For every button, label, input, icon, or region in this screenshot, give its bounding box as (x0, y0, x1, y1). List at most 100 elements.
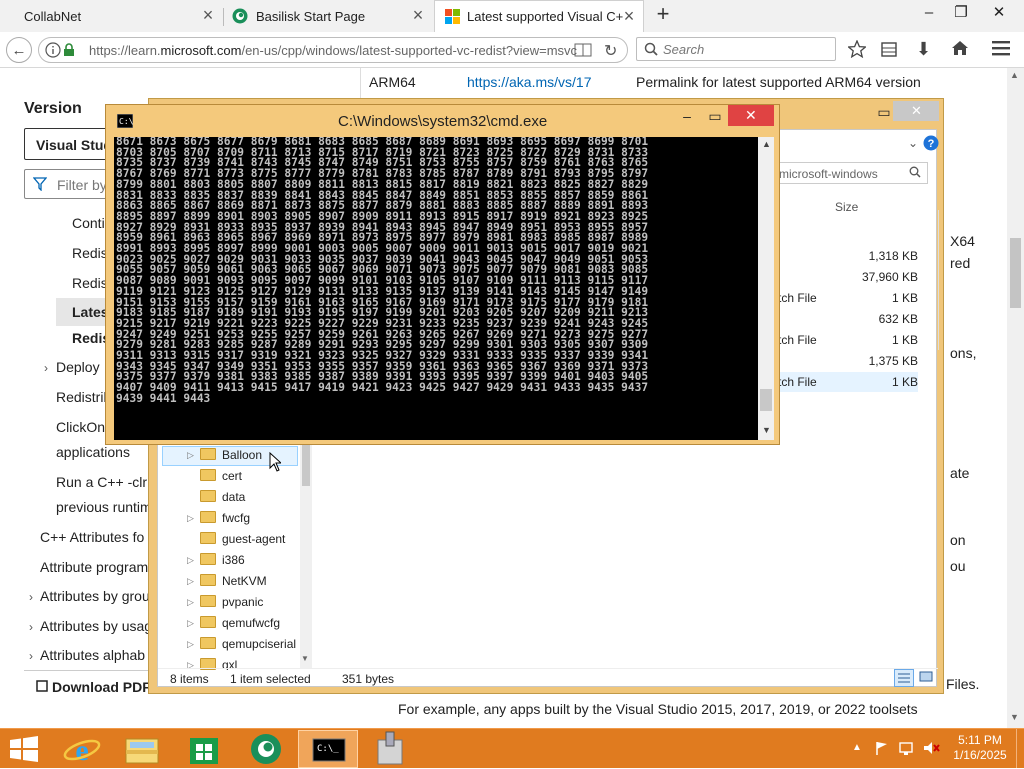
toc-item-current[interactable]: Lates (72, 304, 109, 320)
tree-folder[interactable]: i386 (200, 553, 245, 567)
cmd-app-icon[interactable]: C:\ (117, 114, 133, 128)
tree-folder[interactable]: qemufwcfg (200, 616, 280, 630)
scrollbar-thumb[interactable] (1010, 238, 1021, 308)
size-column-header[interactable]: Size (835, 200, 858, 214)
toc-item[interactable]: Deploy (56, 359, 100, 375)
cmd-taskbar-icon[interactable]: C:\_ (298, 730, 358, 768)
file-row[interactable]: 632 KB (778, 309, 918, 329)
tree-scrollbar[interactable]: ▼ (300, 430, 312, 668)
bookmark-star-icon[interactable] (848, 40, 866, 58)
page-scrollbar[interactable]: ▲ ▼ (1007, 68, 1024, 728)
chevron-right-icon[interactable]: › (29, 620, 33, 634)
large-icons-view-icon[interactable] (918, 669, 936, 687)
tree-folder[interactable]: data (200, 490, 245, 504)
expand-arrow-icon[interactable]: ▷ (187, 639, 194, 650)
home-icon[interactable] (951, 39, 969, 57)
search-input[interactable]: Search (636, 37, 836, 61)
cmd-scrollbar[interactable]: ▲ ▼ (758, 137, 774, 440)
file-row[interactable]: 1,375 KB (778, 351, 918, 371)
basilisk-icon[interactable] (236, 730, 296, 768)
tab-basilisk-start[interactable]: Basilisk Start Page × (226, 0, 432, 32)
help-icon[interactable]: ? (923, 135, 939, 151)
reader-view-icon[interactable] (574, 43, 592, 57)
tree-folder[interactable]: cert (200, 469, 242, 483)
network-icon[interactable] (898, 740, 916, 756)
tree-folder[interactable]: NetKVM (200, 574, 267, 588)
file-row[interactable]: 37,960 KB (778, 267, 918, 287)
tab-collabnet[interactable]: CollabNet × (0, 0, 222, 32)
version-select[interactable]: Visual Stud (24, 128, 114, 160)
close-button[interactable]: ✕ (984, 2, 1014, 24)
file-row[interactable]: tch File 1 KB (778, 330, 918, 350)
info-icon[interactable] (45, 42, 61, 58)
expand-arrow-icon[interactable]: ▷ (187, 513, 194, 524)
url-bar[interactable]: https://learn.microsoft.com/en-us/cpp/wi… (38, 37, 628, 63)
body-text-fragment: ons, (950, 345, 977, 361)
chevron-right-icon[interactable]: › (29, 590, 33, 604)
cmd-minimize-button[interactable]: – (672, 105, 702, 127)
explorer-search-box[interactable]: microsoft-windows (772, 162, 928, 184)
menu-icon[interactable] (992, 40, 1010, 56)
expand-arrow-icon[interactable]: ▷ (187, 597, 194, 608)
expand-arrow-icon[interactable]: ▷ (187, 618, 194, 629)
bookmarks-library-icon[interactable] (880, 40, 898, 58)
file-row-selected[interactable]: tch File 1 KB (778, 372, 918, 392)
file-row[interactable]: 1,318 KB (778, 246, 918, 266)
tray-expand-icon[interactable]: ▲ (852, 742, 862, 753)
close-tab-icon[interactable]: × (410, 6, 426, 24)
restore-button[interactable]: ❐ (946, 2, 976, 24)
file-row[interactable]: tch File 1 KB (778, 288, 918, 308)
close-tab-icon[interactable]: × (621, 7, 637, 25)
expand-arrow-icon[interactable]: ▷ (187, 576, 194, 587)
windows-start-icon[interactable] (10, 736, 38, 762)
chevron-right-icon[interactable]: › (29, 649, 33, 663)
store-icon[interactable] (174, 730, 234, 768)
toc-item[interactable]: Attributes by usag (40, 618, 152, 634)
internet-explorer-icon[interactable]: e (52, 730, 112, 768)
toc-item[interactable]: Attributes alphab (40, 647, 145, 663)
reload-icon[interactable]: ↻ (604, 41, 617, 61)
tab-visual-cpp[interactable]: Latest supported Visual C+ × (434, 0, 644, 32)
action-center-flag-icon[interactable] (874, 740, 890, 756)
tree-folder[interactable]: Balloon (200, 448, 262, 462)
download-icon[interactable]: ⬇ (916, 39, 931, 60)
chevron-right-icon[interactable]: › (44, 361, 48, 375)
tree-folder[interactable]: pvpanic (200, 595, 263, 609)
file-explorer-icon[interactable] (112, 730, 172, 768)
cmd-close-button[interactable]: ✕ (728, 105, 774, 126)
details-view-icon[interactable] (894, 669, 914, 687)
toc-item[interactable]: Conti (72, 215, 105, 231)
cmd-console[interactable]: 8671 8673 8675 8677 8679 8681 8683 8685 … (114, 137, 758, 440)
cmd-maximize-button[interactable]: ▭ (700, 105, 730, 127)
toc-item[interactable]: previous runtim (56, 499, 152, 515)
scrollbar-thumb[interactable] (760, 389, 772, 411)
explorer-close-button[interactable]: ✕ (893, 101, 939, 121)
permalink-link[interactable]: https://aka.ms/vs/17 (467, 74, 592, 90)
close-tab-icon[interactable]: × (200, 6, 216, 24)
toc-item[interactable]: ClickOnc (56, 419, 112, 435)
toc-item[interactable]: Redistrib (56, 389, 111, 405)
toc-item[interactable]: Run a C++ -clr (56, 474, 147, 490)
back-button[interactable]: ← (6, 37, 32, 63)
cmd-window[interactable]: C:\ C:\Windows\system32\cmd.exe – ▭ ✕ 86… (105, 104, 780, 445)
volume-muted-icon[interactable] (922, 740, 940, 756)
new-tab-button[interactable]: + (652, 3, 674, 26)
toc-item[interactable]: C++ Attributes fo (40, 529, 144, 545)
expand-arrow-icon[interactable]: ▷ (187, 450, 194, 461)
toc-item[interactable]: Attribute program (40, 559, 148, 575)
tree-folder[interactable]: fwcfg (200, 511, 250, 525)
tree-folder[interactable]: qemupciserial (200, 637, 296, 651)
download-pdf-link[interactable]: Download PDF (52, 679, 151, 695)
filter-input[interactable]: Filter by (24, 169, 114, 199)
tree-folder[interactable]: guest-agent (200, 532, 285, 546)
chevron-down-icon[interactable]: ⌄ (908, 136, 918, 150)
minimize-button[interactable]: – (914, 2, 944, 24)
show-desktop-button[interactable] (1016, 729, 1024, 768)
system-clock[interactable]: 5:11 PM 1/16/2025 (950, 733, 1010, 763)
toc-item[interactable]: applications (56, 444, 130, 460)
expand-arrow-icon[interactable]: ▷ (187, 555, 194, 566)
tools-icon[interactable] (360, 730, 420, 768)
toc-item[interactable]: Attributes by grou (40, 588, 150, 604)
toc-item[interactable]: Redis (72, 275, 108, 291)
toc-item[interactable]: Redis (72, 245, 108, 261)
